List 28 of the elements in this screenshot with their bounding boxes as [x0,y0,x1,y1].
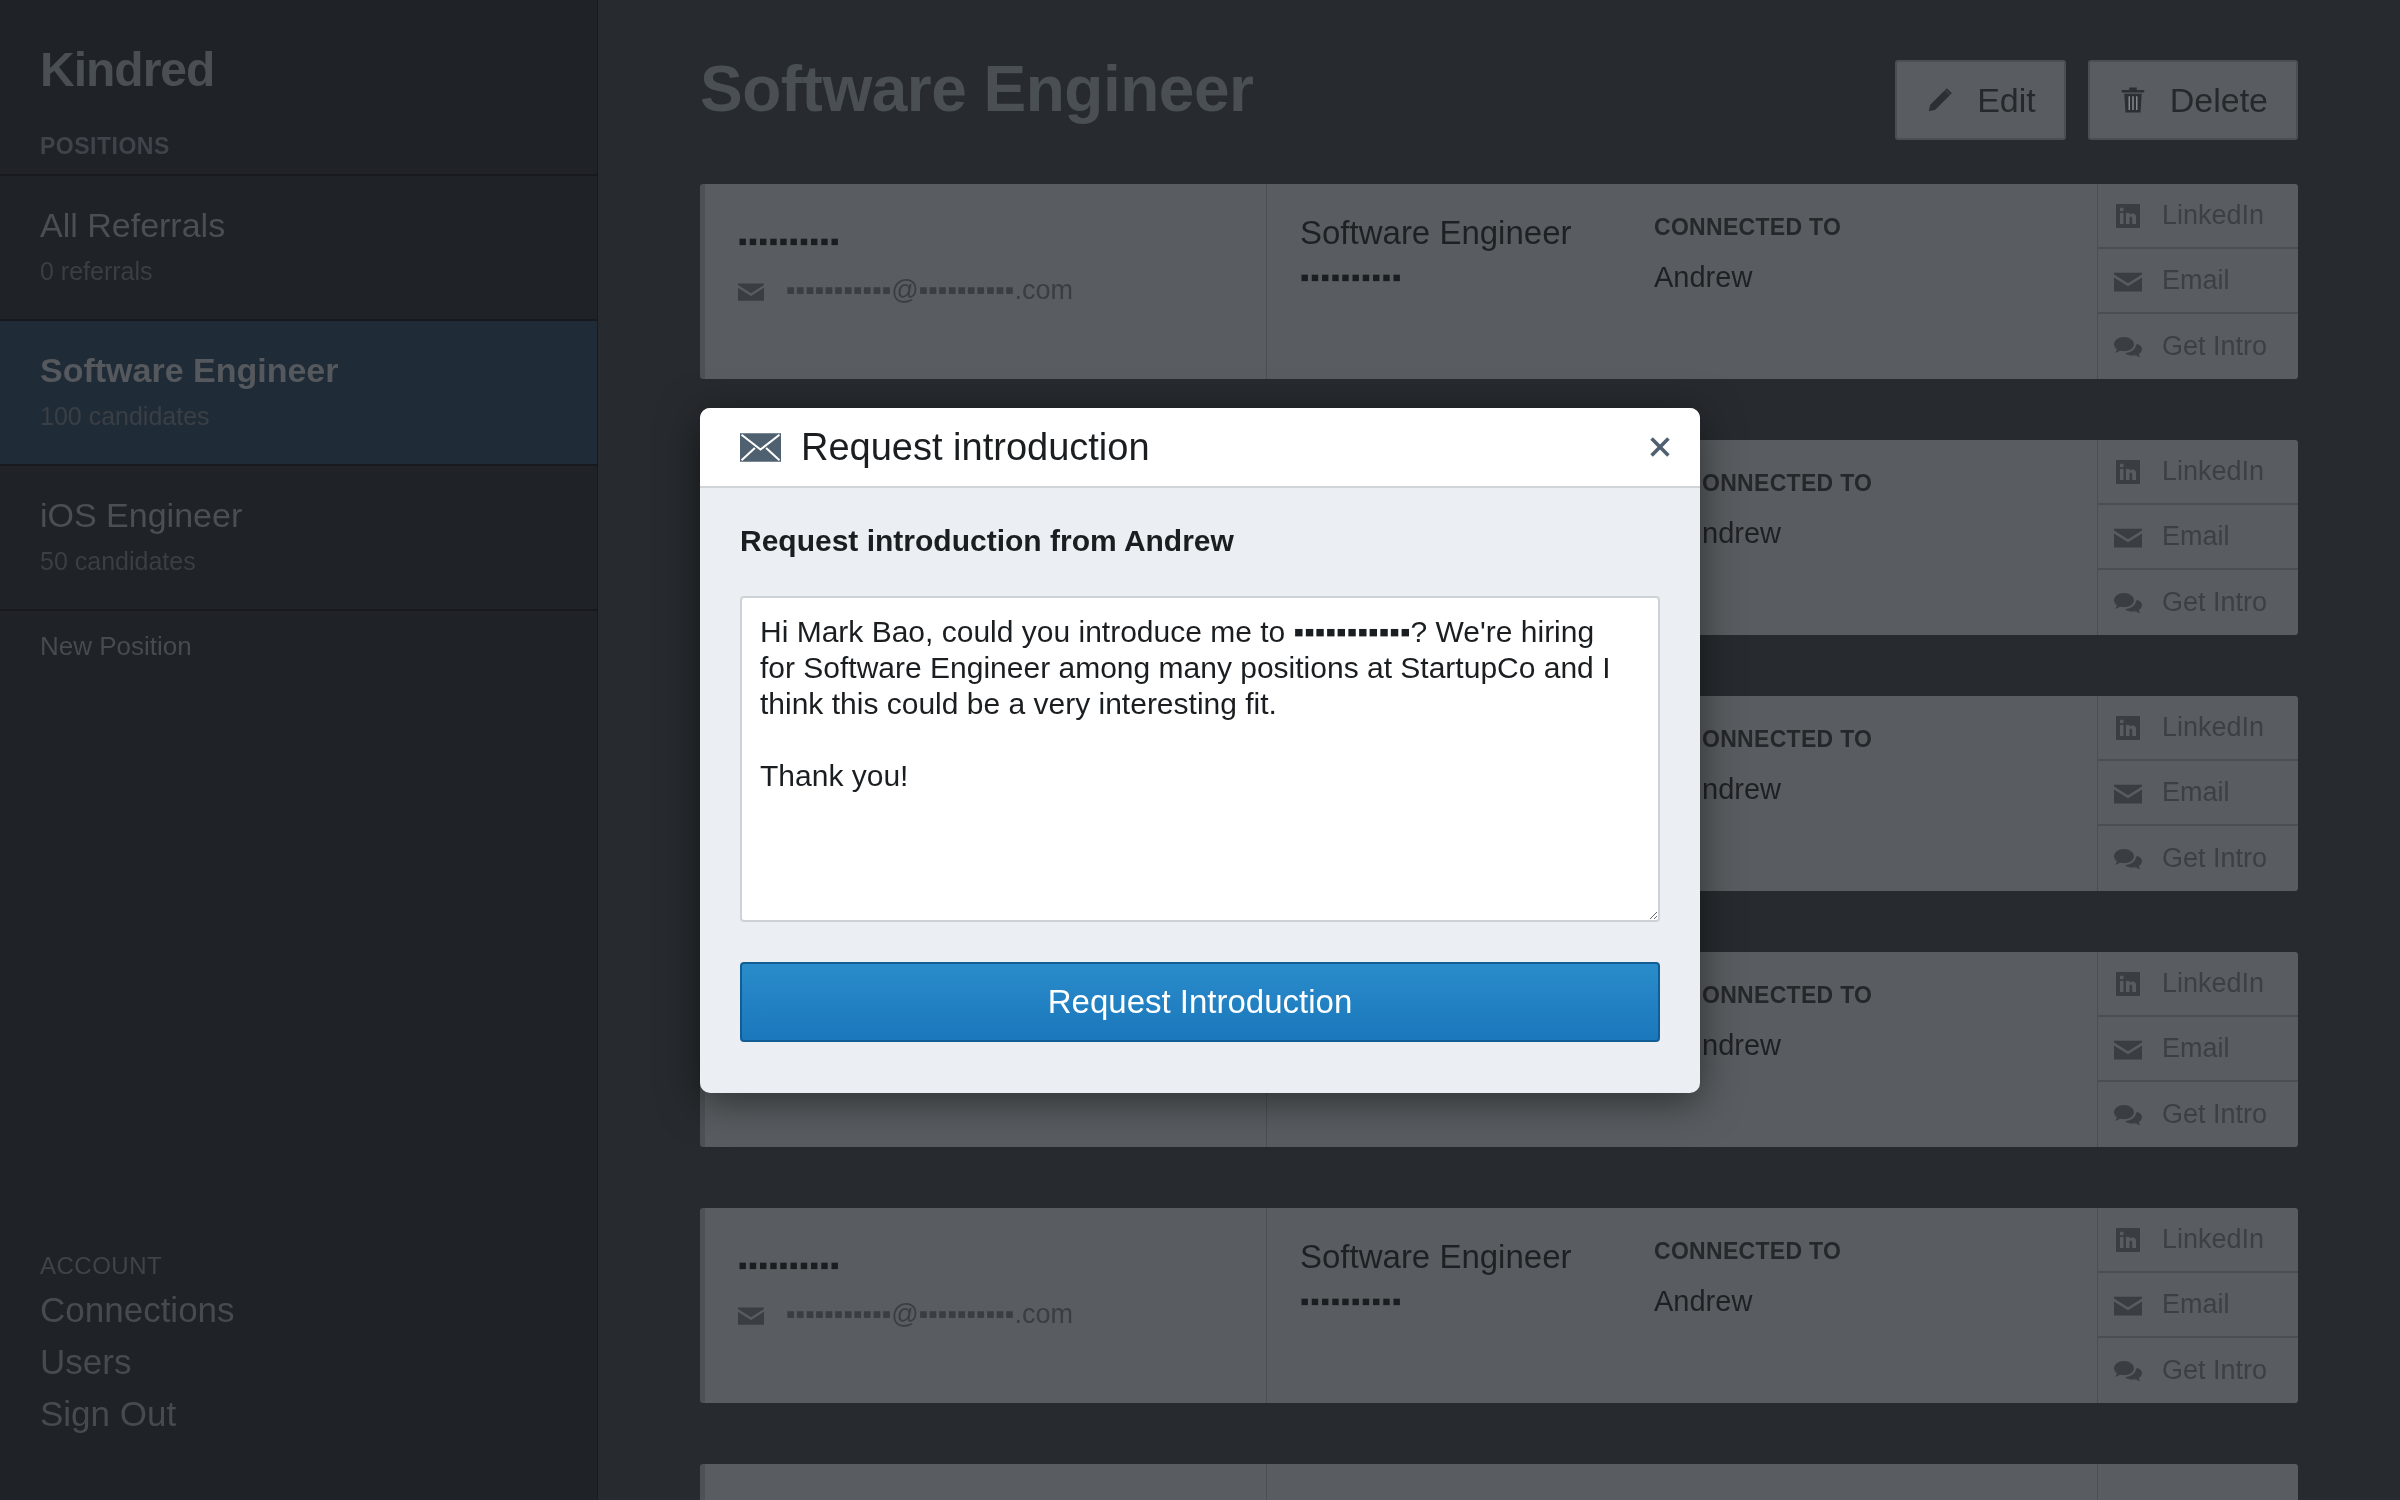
envelope-icon [738,1304,764,1325]
message-field[interactable]: Hi Mark Bao, could you introduce me to ▪▪▪▪▪▪▪▪▪▪▪? We're hiring for Software Engineer among many positions at StartupCo and I think this could be a very interesting fit. Thank you! [740,596,1660,922]
linkedin-icon [2114,459,2142,484]
dialog-subtitle: Request introduction from Andrew [740,524,1235,558]
connection-name: ndrew [1702,517,1782,550]
position-title: Software Engineer [1300,1238,1573,1276]
candidate-name: ▪▪▪▪▪▪▪▪▪▪ [738,226,842,257]
linkedin-icon [2114,971,2142,996]
chat-bubbles-icon [2114,590,2142,615]
envelope-icon [740,432,781,462]
envelope-icon [738,280,764,301]
position-detail: ▪▪▪▪▪▪▪▪▪▪ [1300,262,1404,293]
position-detail: ▪▪▪▪▪▪▪▪▪▪ [1300,1286,1404,1317]
chat-bubbles-icon [2114,1102,2142,1127]
linkedin-icon [2114,203,2142,228]
linkedin-icon [2114,1227,2142,1252]
connection-name: Andrew [1654,261,1754,294]
chat-bubbles-icon [2114,846,2142,871]
connection-name: Andrew [1654,1285,1754,1318]
request-introduction-button[interactable]: Request Introduction [740,962,1660,1042]
candidate-name: ▪▪▪▪▪▪▪▪▪▪ [738,1250,842,1281]
chat-bubbles-icon [2114,334,2142,359]
chat-bubbles-icon [2114,1358,2142,1383]
position-title: Software Engineer [1300,214,1573,252]
connection-name: ndrew [1702,1029,1782,1062]
connection-name: ndrew [1702,773,1782,806]
dialog-title: Request introduction [801,425,1151,469]
linkedin-icon [2114,715,2142,740]
